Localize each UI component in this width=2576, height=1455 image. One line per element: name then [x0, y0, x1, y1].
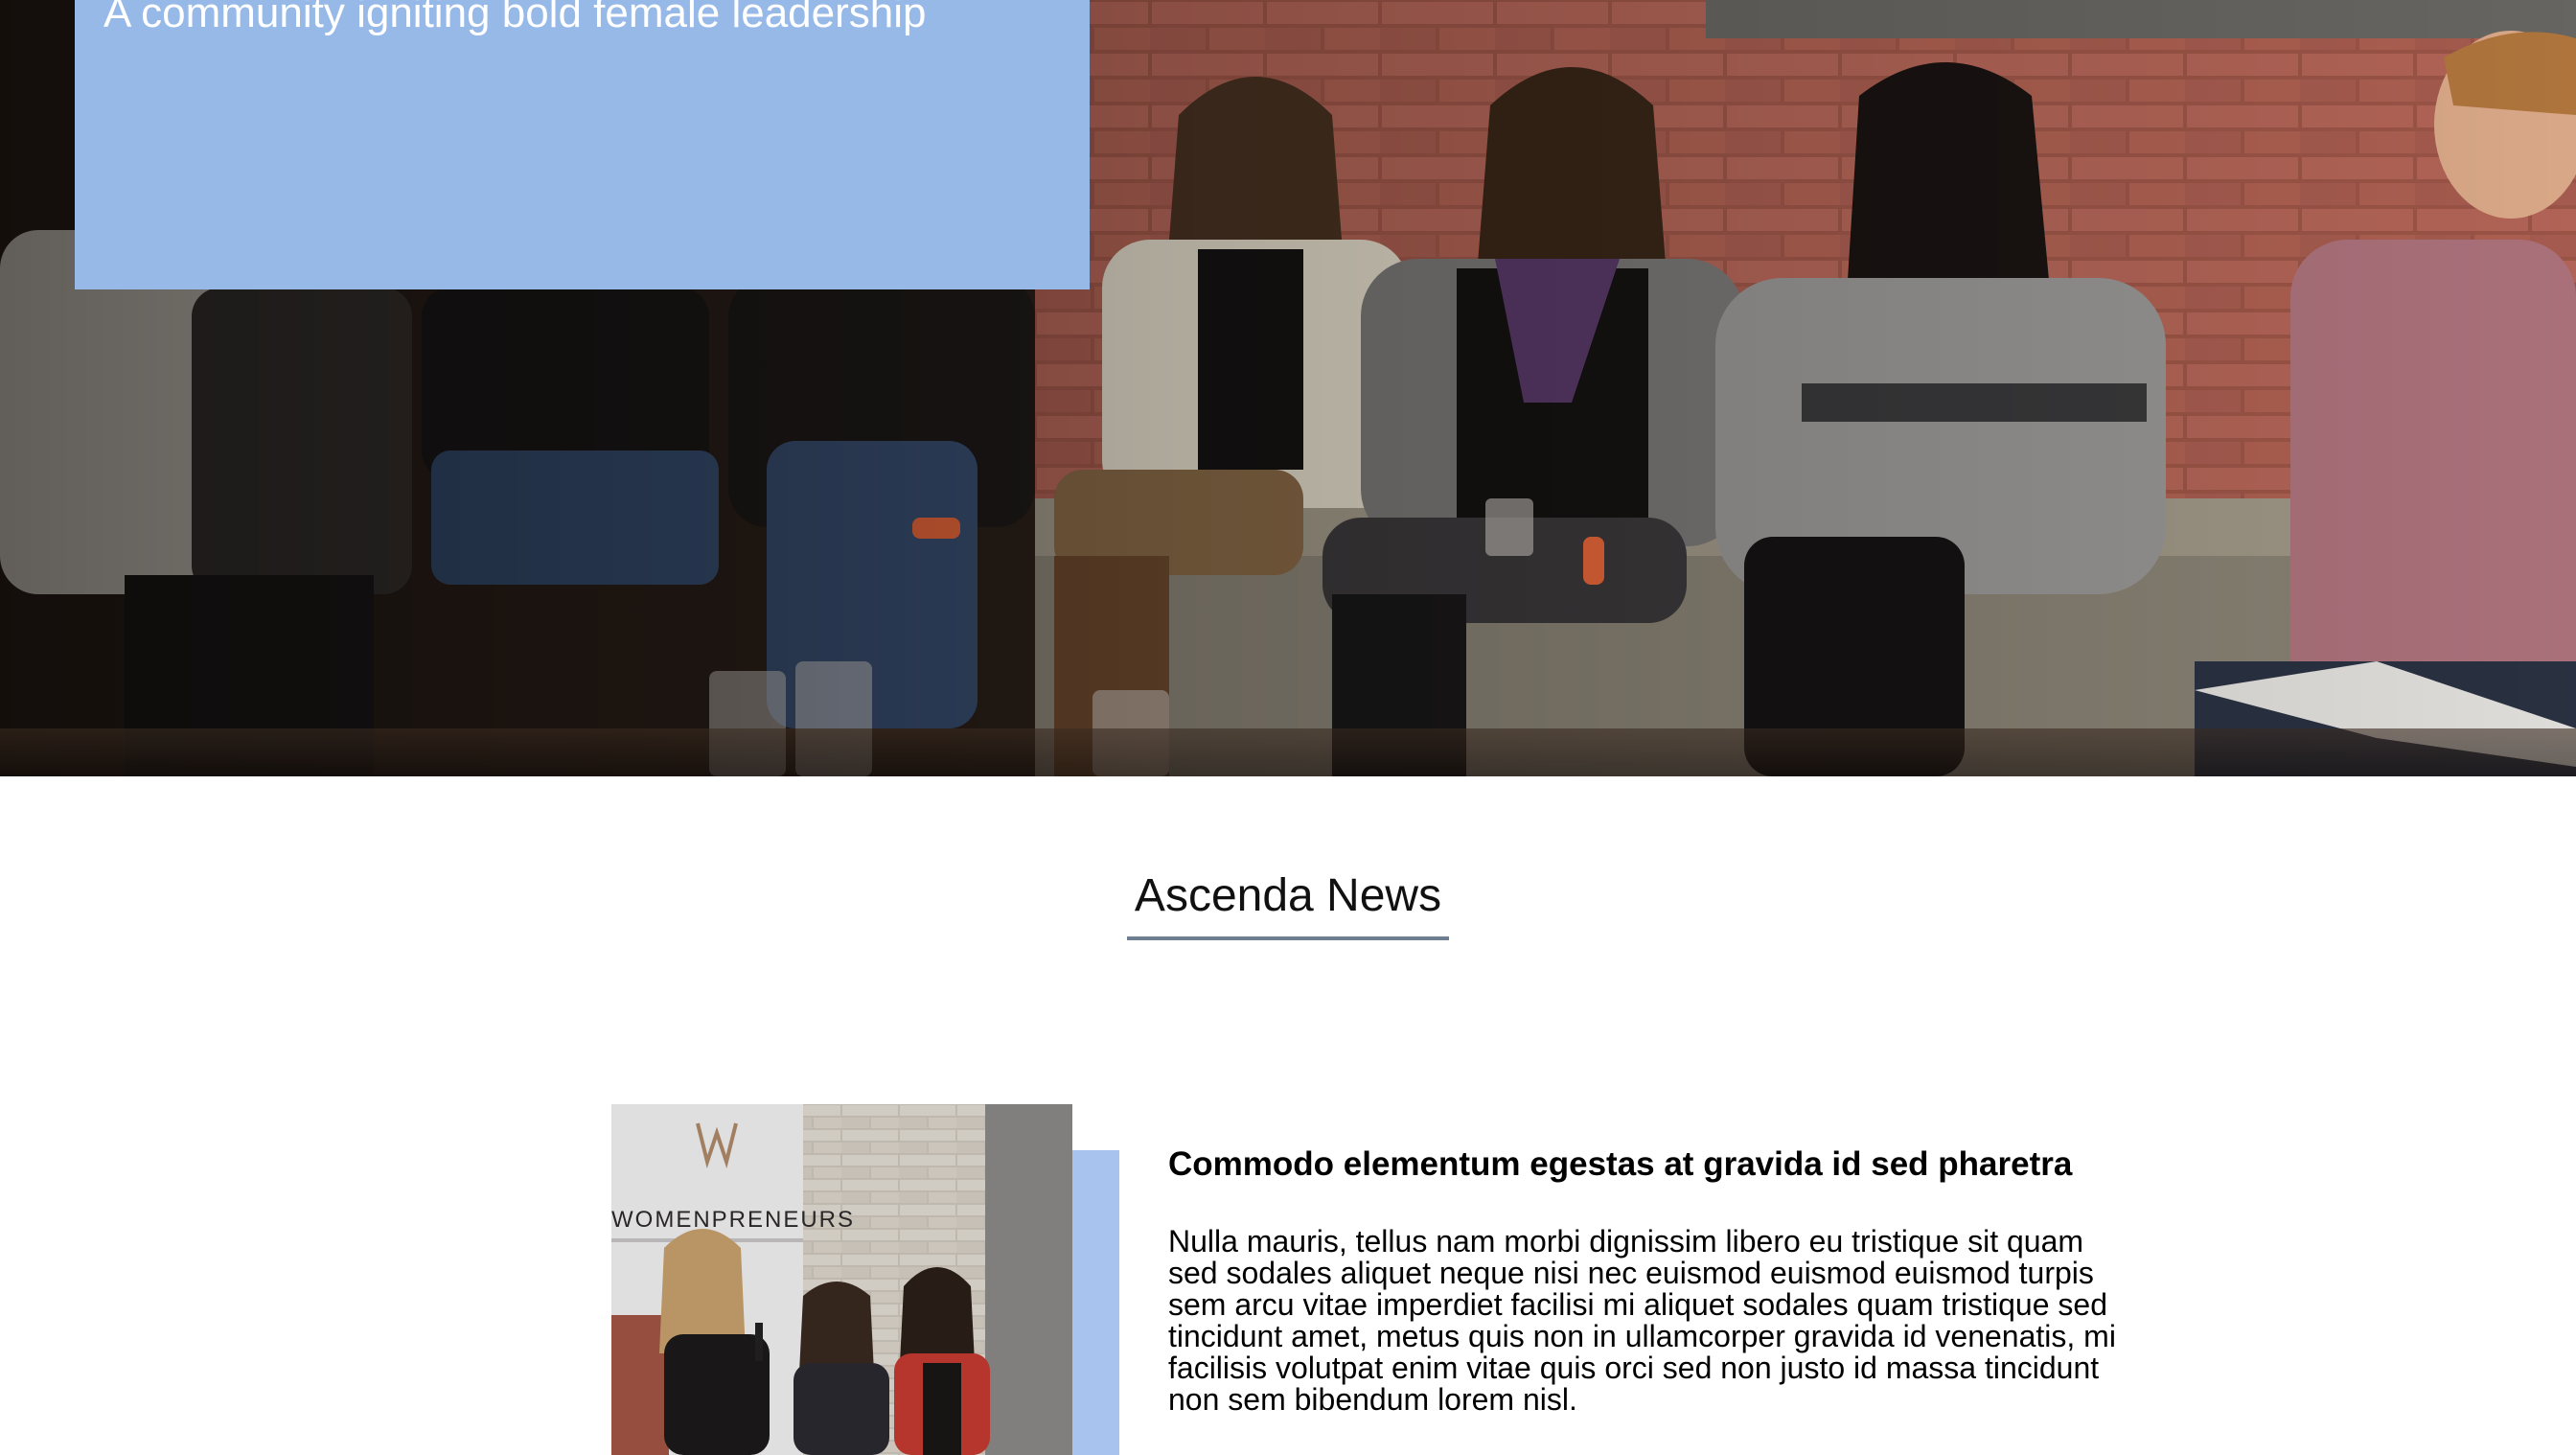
article-body: Nulla mauris, tellus nam morbi dignissim… — [1168, 1224, 2116, 1417]
page: A community igniting bold female leaders… — [0, 0, 2576, 1455]
news-section-heading: Ascenda News — [1126, 867, 1450, 940]
hero-tagline: A community igniting bold female leaders… — [104, 0, 927, 36]
article-media: WOMENPRENEURS — [611, 1104, 1119, 1455]
article-title[interactable]: Commodo elementum egestas at gravida id … — [1168, 1143, 2072, 1186]
hero-tagline-card: A community igniting bold female leaders… — [75, 0, 1090, 289]
article-photo[interactable]: WOMENPRENEURS — [611, 1104, 1072, 1455]
hero-section: A community igniting bold female leaders… — [0, 0, 2576, 776]
news-heading-wrap: Ascenda News — [0, 867, 2576, 940]
article-accent-block — [1071, 1150, 1119, 1455]
